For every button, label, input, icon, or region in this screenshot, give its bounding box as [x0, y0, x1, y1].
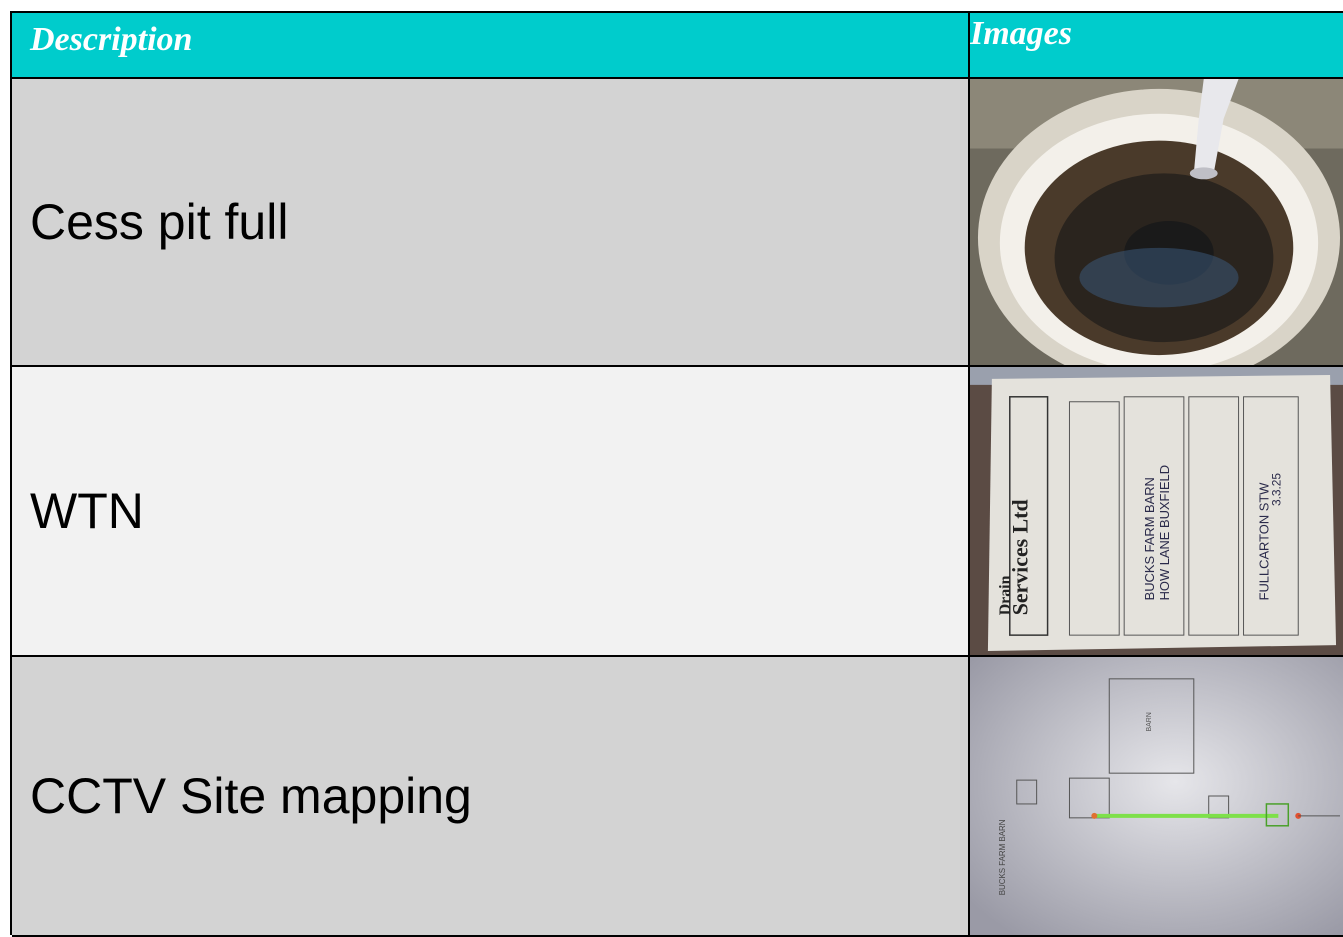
images-header: Images	[970, 13, 1343, 79]
description-header: Description	[12, 13, 970, 79]
waste-transfer-note-photo: Services Ltd Drain BUCKS FARM BARN HOW L…	[970, 367, 1343, 657]
map-title-handwriting: BUCKS FARM BARN	[998, 819, 1007, 895]
row-3-description: CCTV Site mapping	[12, 657, 970, 937]
row-1-description: Cess pit full	[12, 79, 970, 367]
wtn-handwriting-1: BUCKS FARM BARN	[1142, 477, 1157, 600]
wtn-company-prefix: Drain	[997, 575, 1014, 615]
cess-pit-photo	[970, 79, 1343, 367]
wtn-handwriting-4: 3.3.25	[1269, 473, 1283, 506]
description-images-table: Description Images Cess pit full WTN Ser…	[10, 11, 1343, 937]
row-2-description: WTN	[12, 367, 970, 657]
map-barn-label: BARN	[1146, 712, 1153, 731]
site-map-sketch-photo: BARN BUCKS FARM BARN	[970, 657, 1343, 937]
wtn-handwriting-2: HOW LANE BUXFIELD	[1157, 465, 1172, 600]
